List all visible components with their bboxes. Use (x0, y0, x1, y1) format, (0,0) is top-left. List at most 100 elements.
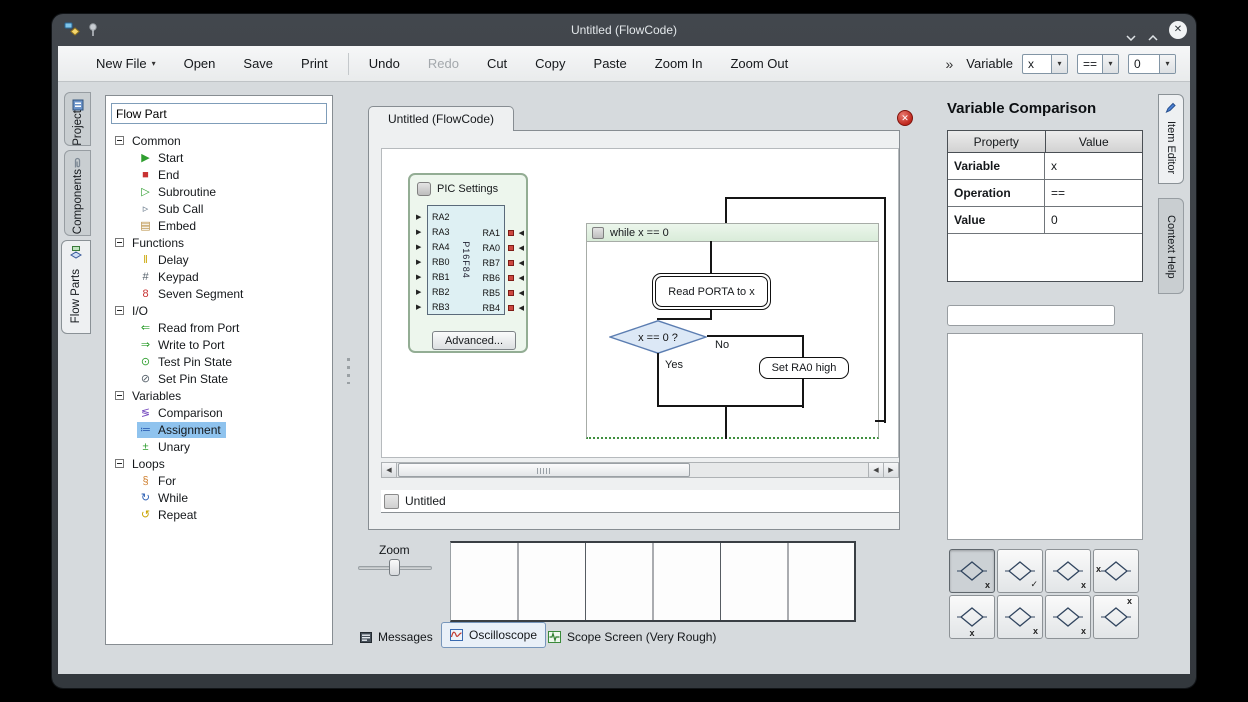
tree-item-set-pin-state[interactable]: ⊘Set Pin State (106, 370, 332, 387)
comparison-style-button-8[interactable]: x (1093, 595, 1139, 639)
toolbar-button-zoom-out[interactable]: Zoom Out (716, 46, 802, 82)
canvas-horizontal-scrollbar[interactable]: ◀ ◀ ▶ (381, 462, 899, 478)
pin-label: RB1 (432, 272, 450, 282)
tree-group-variables[interactable]: Variables (106, 387, 332, 404)
pic-settings-group[interactable]: PIC Settings P16F84 RA2▶RA3▶RA4▶RB0▶RB1▶… (408, 173, 528, 353)
sidebar-tab-flow-parts[interactable]: Flow Parts (61, 240, 91, 334)
comparison-style-button-3[interactable]: x (1045, 549, 1091, 593)
tree-group-common[interactable]: Common (106, 132, 332, 149)
tree-item-test-pin-state[interactable]: ⊙Test Pin State (106, 353, 332, 370)
comparison-style-button-2[interactable]: ✓ (997, 549, 1043, 593)
comparison-style-button-4[interactable]: x (1093, 549, 1139, 593)
tree-item-assignment[interactable]: ≔Assignment (106, 421, 332, 438)
variable-combo[interactable]: x▾ (1022, 54, 1068, 74)
scrollbar-thumb[interactable] (398, 463, 690, 477)
property-name: Variable (948, 153, 1045, 179)
pin-label: RA3 (432, 227, 450, 237)
comparison-style-button-5[interactable]: x (949, 595, 995, 639)
toolbar-button-paste[interactable]: Paste (580, 46, 641, 82)
titlebar[interactable]: Untitled (FlowCode) ✕ (52, 14, 1196, 46)
right-tab-context-help[interactable]: Context Help (1158, 198, 1184, 294)
operator-combo[interactable]: ==▾ (1077, 54, 1119, 74)
bottom-tab-messages[interactable]: Messages (352, 625, 441, 649)
tree-group-loops[interactable]: Loops (106, 455, 332, 472)
toolbar-button-redo[interactable]: Redo (414, 46, 473, 82)
item-editor-title: Variable Comparison (947, 100, 1096, 117)
item-editor-listbox[interactable] (947, 333, 1143, 540)
tree-group-i-o[interactable]: I/O (106, 302, 332, 319)
right-tab-item-editor[interactable]: Item Editor (1158, 94, 1184, 184)
flow-connector-line (802, 379, 804, 408)
tree-expander-icon[interactable] (115, 238, 124, 247)
set-ra0-box[interactable]: Set RA0 high (759, 357, 849, 379)
tree-item-start[interactable]: ▶Start (106, 149, 332, 166)
window-close-button[interactable]: ✕ (1169, 21, 1187, 39)
toolbar-button-cut[interactable]: Cut (473, 46, 521, 82)
toolbar-button-open[interactable]: Open (170, 46, 230, 82)
tree-item-write-to-port[interactable]: ⇒Write to Port (106, 336, 332, 353)
tree-expander-icon[interactable] (115, 391, 124, 400)
value-combo[interactable]: 0▾ (1128, 54, 1176, 74)
toolbar-button-undo[interactable]: Undo (355, 46, 414, 82)
tree-group-functions[interactable]: Functions (106, 234, 332, 251)
tree-item-delay[interactable]: ‖Delay (106, 251, 332, 268)
seven-segment-icon: 8 (138, 288, 153, 300)
property-value[interactable]: x (1045, 153, 1142, 179)
tree-expander-icon[interactable] (115, 306, 124, 315)
comparison-style-button-6[interactable]: x (997, 595, 1043, 639)
tree-item-embed[interactable]: ▤Embed (106, 217, 332, 234)
while-loop-header[interactable]: while x == 0 (587, 224, 878, 242)
macro-list-item[interactable]: Untitled (381, 490, 899, 513)
toolbar-button-zoom-in[interactable]: Zoom In (641, 46, 717, 82)
tree-item-seven-segment[interactable]: 8Seven Segment (106, 285, 332, 302)
dropdown-arrow-icon[interactable]: ▾ (1102, 55, 1118, 73)
tree-item-end[interactable]: ■End (106, 166, 332, 183)
flowchart-canvas[interactable]: PIC Settings P16F84 RA2▶RA3▶RA4▶RB0▶RB1▶… (381, 148, 899, 458)
scroll-right-icon[interactable]: ▶ (883, 463, 898, 477)
flow-part-filter-input[interactable] (111, 103, 327, 124)
tree-item-unary[interactable]: ±Unary (106, 438, 332, 455)
item-editor-input[interactable] (947, 305, 1115, 326)
comparison-style-button-7[interactable]: x (1045, 595, 1091, 639)
panel-splitter[interactable] (347, 358, 350, 384)
tree-item-read-from-port[interactable]: ⇐Read from Port (106, 319, 332, 336)
tree-item-comparison[interactable]: ≶Comparison (106, 404, 332, 421)
tree-expander-icon[interactable] (115, 459, 124, 468)
scroll-left-icon[interactable]: ◀ (868, 463, 883, 477)
tree-item-repeat[interactable]: ↺Repeat (106, 506, 332, 523)
comparison-style-button-1[interactable]: x (949, 549, 995, 593)
zoom-slider-thumb[interactable] (389, 559, 400, 576)
property-value[interactable]: 0 (1045, 207, 1142, 233)
property-value[interactable]: == (1045, 180, 1142, 206)
dropdown-arrow-icon[interactable]: ▾ (1051, 55, 1067, 73)
toolbar-button-copy[interactable]: Copy (521, 46, 579, 82)
sidebar-tab-project[interactable]: Project (64, 92, 91, 146)
dropdown-arrow-icon[interactable]: ▾ (1159, 55, 1175, 73)
tree-item-while[interactable]: ↻While (106, 489, 332, 506)
toolbar-overflow-chevron[interactable]: » (945, 56, 953, 72)
pic-chip[interactable]: P16F84 RA2▶RA3▶RA4▶RB0▶RB1▶RB2▶RB3▶RA1◀R… (427, 205, 505, 315)
decision-diamond[interactable]: x == 0 ? (609, 320, 707, 354)
scroll-left-icon[interactable]: ◀ (382, 463, 397, 477)
tree-item-sub-call[interactable]: ▹Sub Call (106, 200, 332, 217)
right-tab-label: Item Editor (1165, 121, 1177, 174)
advanced-button[interactable]: Advanced... (432, 331, 516, 350)
toolbar-button-print[interactable]: Print (287, 46, 342, 82)
tree-item-subroutine[interactable]: ▷Subroutine (106, 183, 332, 200)
toolbar-button-new-file[interactable]: New File▾ (82, 46, 170, 82)
tree-item-for[interactable]: §For (106, 472, 332, 489)
macro-item-label: Untitled (405, 494, 446, 508)
tree-expander-icon[interactable] (115, 136, 124, 145)
close-tab-button[interactable]: ✕ (897, 110, 913, 126)
tree-item-keypad[interactable]: #Keypad (106, 268, 332, 285)
maximize-button[interactable] (1148, 28, 1158, 46)
bottom-tab-oscilloscope[interactable]: Oscilloscope (441, 622, 546, 648)
toolbar-button-save[interactable]: Save (229, 46, 287, 82)
oscilloscope-icon (450, 629, 463, 641)
minimize-button[interactable] (1126, 28, 1136, 46)
bottom-tab-scope-screen-very-rough[interactable]: Scope Screen (Very Rough) (540, 625, 724, 649)
toolbar-button-label: Zoom In (655, 56, 703, 71)
document-tab[interactable]: Untitled (FlowCode) (368, 106, 514, 131)
read-porta-box[interactable]: Read PORTA to x (652, 273, 771, 310)
sidebar-tab-components[interactable]: Components (64, 150, 91, 236)
